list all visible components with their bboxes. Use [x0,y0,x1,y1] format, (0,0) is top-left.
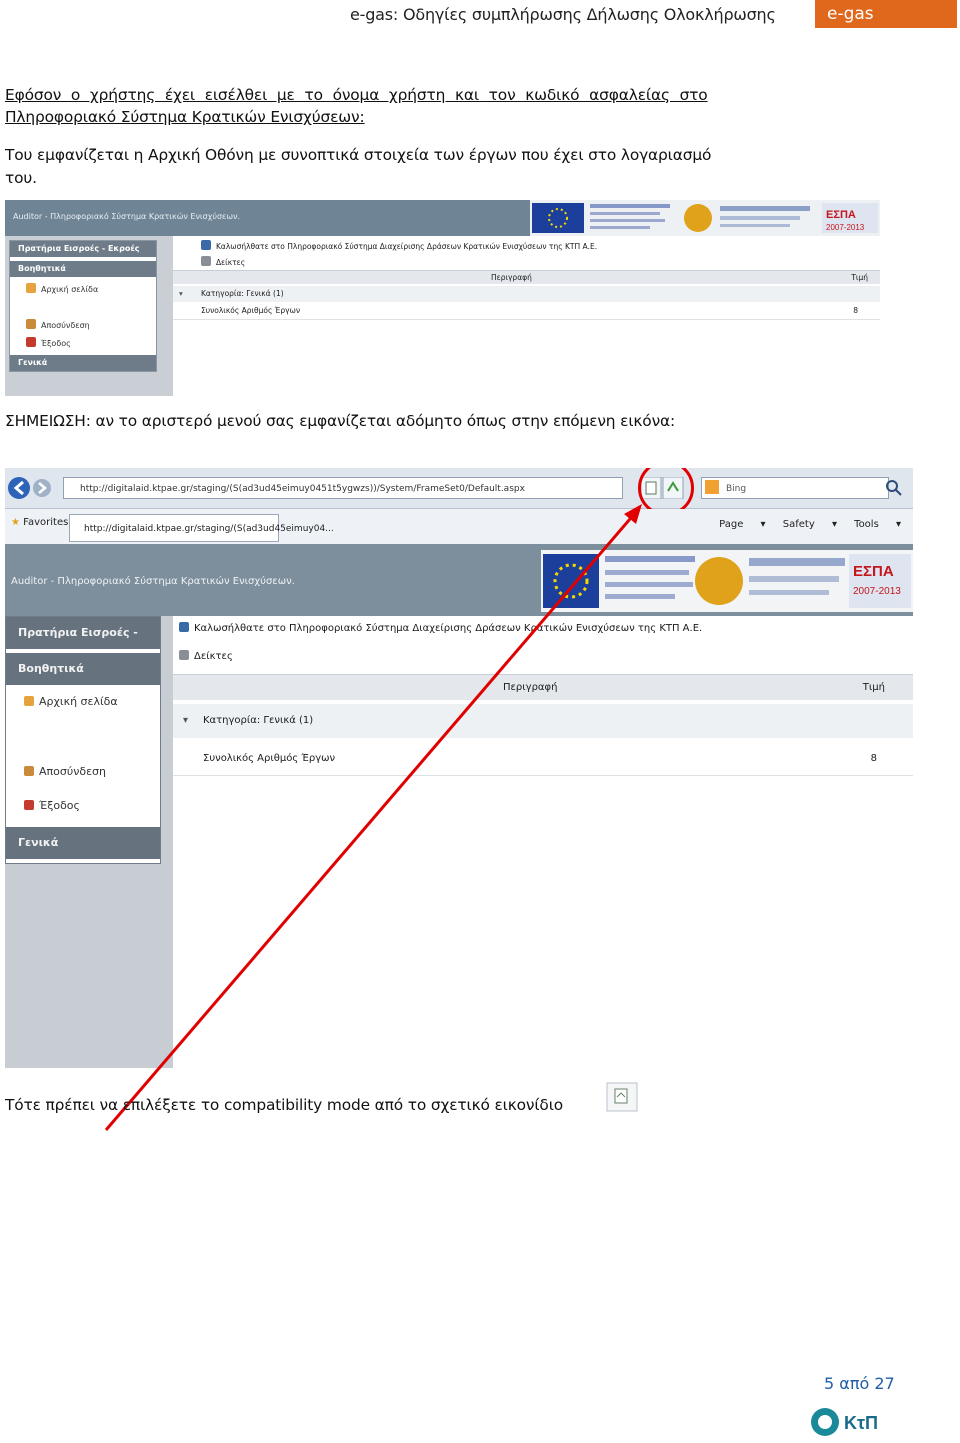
compatibility-view-icon [606,1082,638,1112]
annotation-arrow [104,504,642,1131]
page-number: 5 από 27 [824,1374,895,1393]
ktp-logo: ΚτΠ [811,1408,878,1436]
instruction-text: Τότε πρέπει να επιλέξετε το compatibilit… [5,1096,564,1114]
ktp-logo-text: ΚτΠ [844,1413,878,1433]
